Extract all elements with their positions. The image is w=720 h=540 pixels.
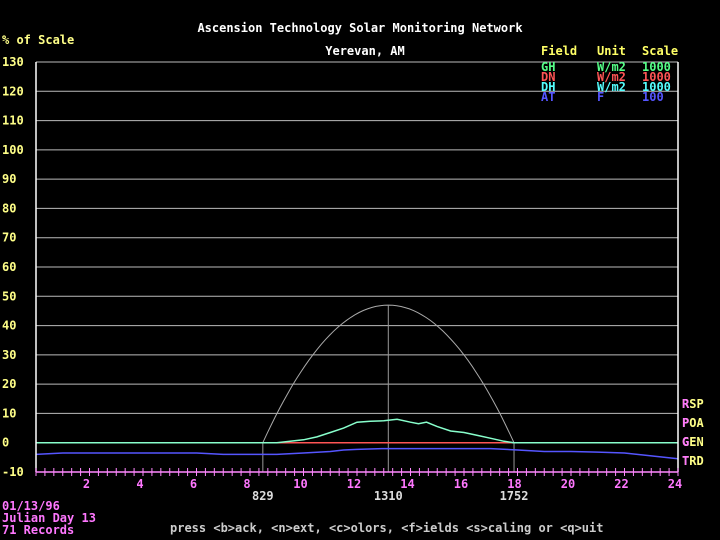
x-tick-label: 16 [454,477,468,491]
legend-unit: F [597,90,604,104]
marker-label: 1752 [500,489,529,503]
right-label-initial: T [682,454,689,468]
y-tick-label: 90 [2,172,16,186]
x-tick-label: 18 [507,477,521,491]
y-tick-label: 110 [2,114,24,128]
y-tick-label: 30 [2,348,16,362]
right-label-initial: P [682,416,689,430]
legend-field: AT [541,90,555,104]
x-tick-label: 22 [614,477,628,491]
legend-header-field: Field [541,44,577,58]
x-tick-label: 12 [347,477,361,491]
solar-chart: Ascension Technology Solar Monitoring Ne… [2,21,704,537]
y-tick-label: 20 [2,377,16,391]
y-tick-label: 120 [2,84,24,98]
legend-header-unit: Unit [597,44,626,58]
y-axis-label: % of Scale [2,33,74,47]
legend-scale: 100 [642,90,664,104]
marker-label: 829 [252,489,274,503]
y-tick-label: 80 [2,201,16,215]
y-tick-label: 0 [2,436,9,450]
right-label-initial: R [682,397,690,411]
y-tick-label: 60 [2,260,16,274]
y-tick-label: 50 [2,289,16,303]
series-gh [36,418,678,444]
x-tick-label: 8 [243,477,250,491]
x-tick-label: 14 [400,477,414,491]
x-tick-label: 20 [561,477,575,491]
y-tick-label: 130 [2,55,24,69]
y-tick-label: -10 [2,465,24,479]
chart-subtitle: Yerevan, AM [325,44,404,58]
footer-help-text: press <b>ack, <n>ext, <c>olors, <f>ields… [170,521,603,535]
x-tick-label: 24 [668,477,682,491]
y-tick-label: 10 [2,406,16,420]
y-tick-label: 100 [2,143,24,157]
x-tick-label: 6 [190,477,197,491]
footer-records: 71 Records [2,523,74,537]
x-tick-label: 10 [293,477,307,491]
x-tick-label: 2 [83,477,90,491]
x-tick-label: 4 [136,477,143,491]
series-at [35,447,679,460]
chart-title: Ascension Technology Solar Monitoring Ne… [197,21,523,35]
marker-label: 1310 [374,489,403,503]
legend-header-scale: Scale [642,44,678,58]
right-label-initial: G [682,435,689,449]
y-tick-label: 40 [2,319,16,333]
y-tick-label: 70 [2,231,16,245]
